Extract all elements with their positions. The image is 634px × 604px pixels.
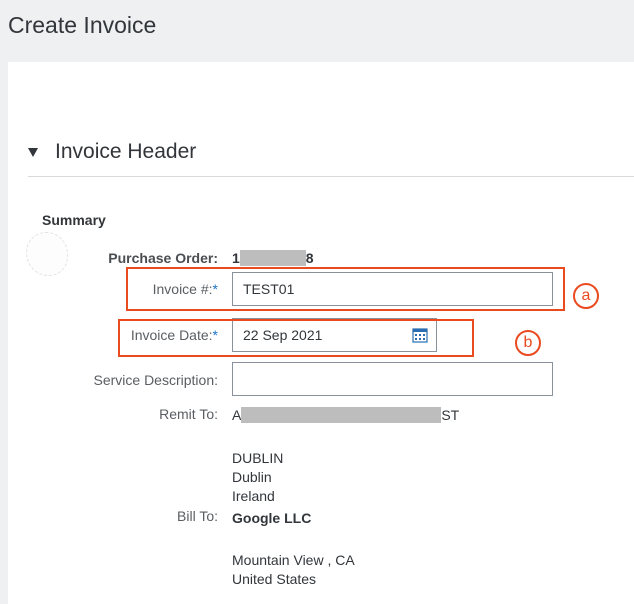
service-description-label: Service Description: xyxy=(93,372,219,388)
redacted-block xyxy=(239,250,306,266)
purchase-order-value: 18 xyxy=(232,250,314,266)
remit-to-line: DUBLIN xyxy=(232,450,284,466)
remit-to-label: Remit To: xyxy=(159,406,218,422)
callout-box-b xyxy=(118,319,474,357)
invoice-panel: Invoice Header Summary Purchase Order: 1… xyxy=(8,62,634,604)
purchase-order-label: Purchase Order: xyxy=(108,250,218,266)
remit-to-line: Dublin xyxy=(232,469,272,485)
bill-to-name: Google LLC xyxy=(232,510,312,526)
service-description-input[interactable] xyxy=(232,362,553,396)
section-divider xyxy=(28,176,634,177)
page-title: Create Invoice xyxy=(8,12,157,38)
redacted-block xyxy=(241,407,442,423)
section-title: Invoice Header xyxy=(55,140,197,163)
callout-box-a xyxy=(126,267,565,311)
callout-badge-b: b xyxy=(515,330,541,356)
summary-title: Summary xyxy=(42,212,106,228)
bill-to-line: United States xyxy=(232,571,317,587)
callout-badge-a: a xyxy=(573,283,599,309)
triangle-down-icon xyxy=(28,147,38,157)
bill-to-label: Bill To: xyxy=(177,508,218,524)
bill-to-line: Mountain View , CA xyxy=(232,552,355,568)
cloud-icon xyxy=(26,232,68,276)
remit-to-name: A ST xyxy=(232,407,460,423)
remit-to-line: Ireland xyxy=(232,488,275,504)
invoice-header-toggle[interactable]: Invoice Header xyxy=(28,140,196,164)
